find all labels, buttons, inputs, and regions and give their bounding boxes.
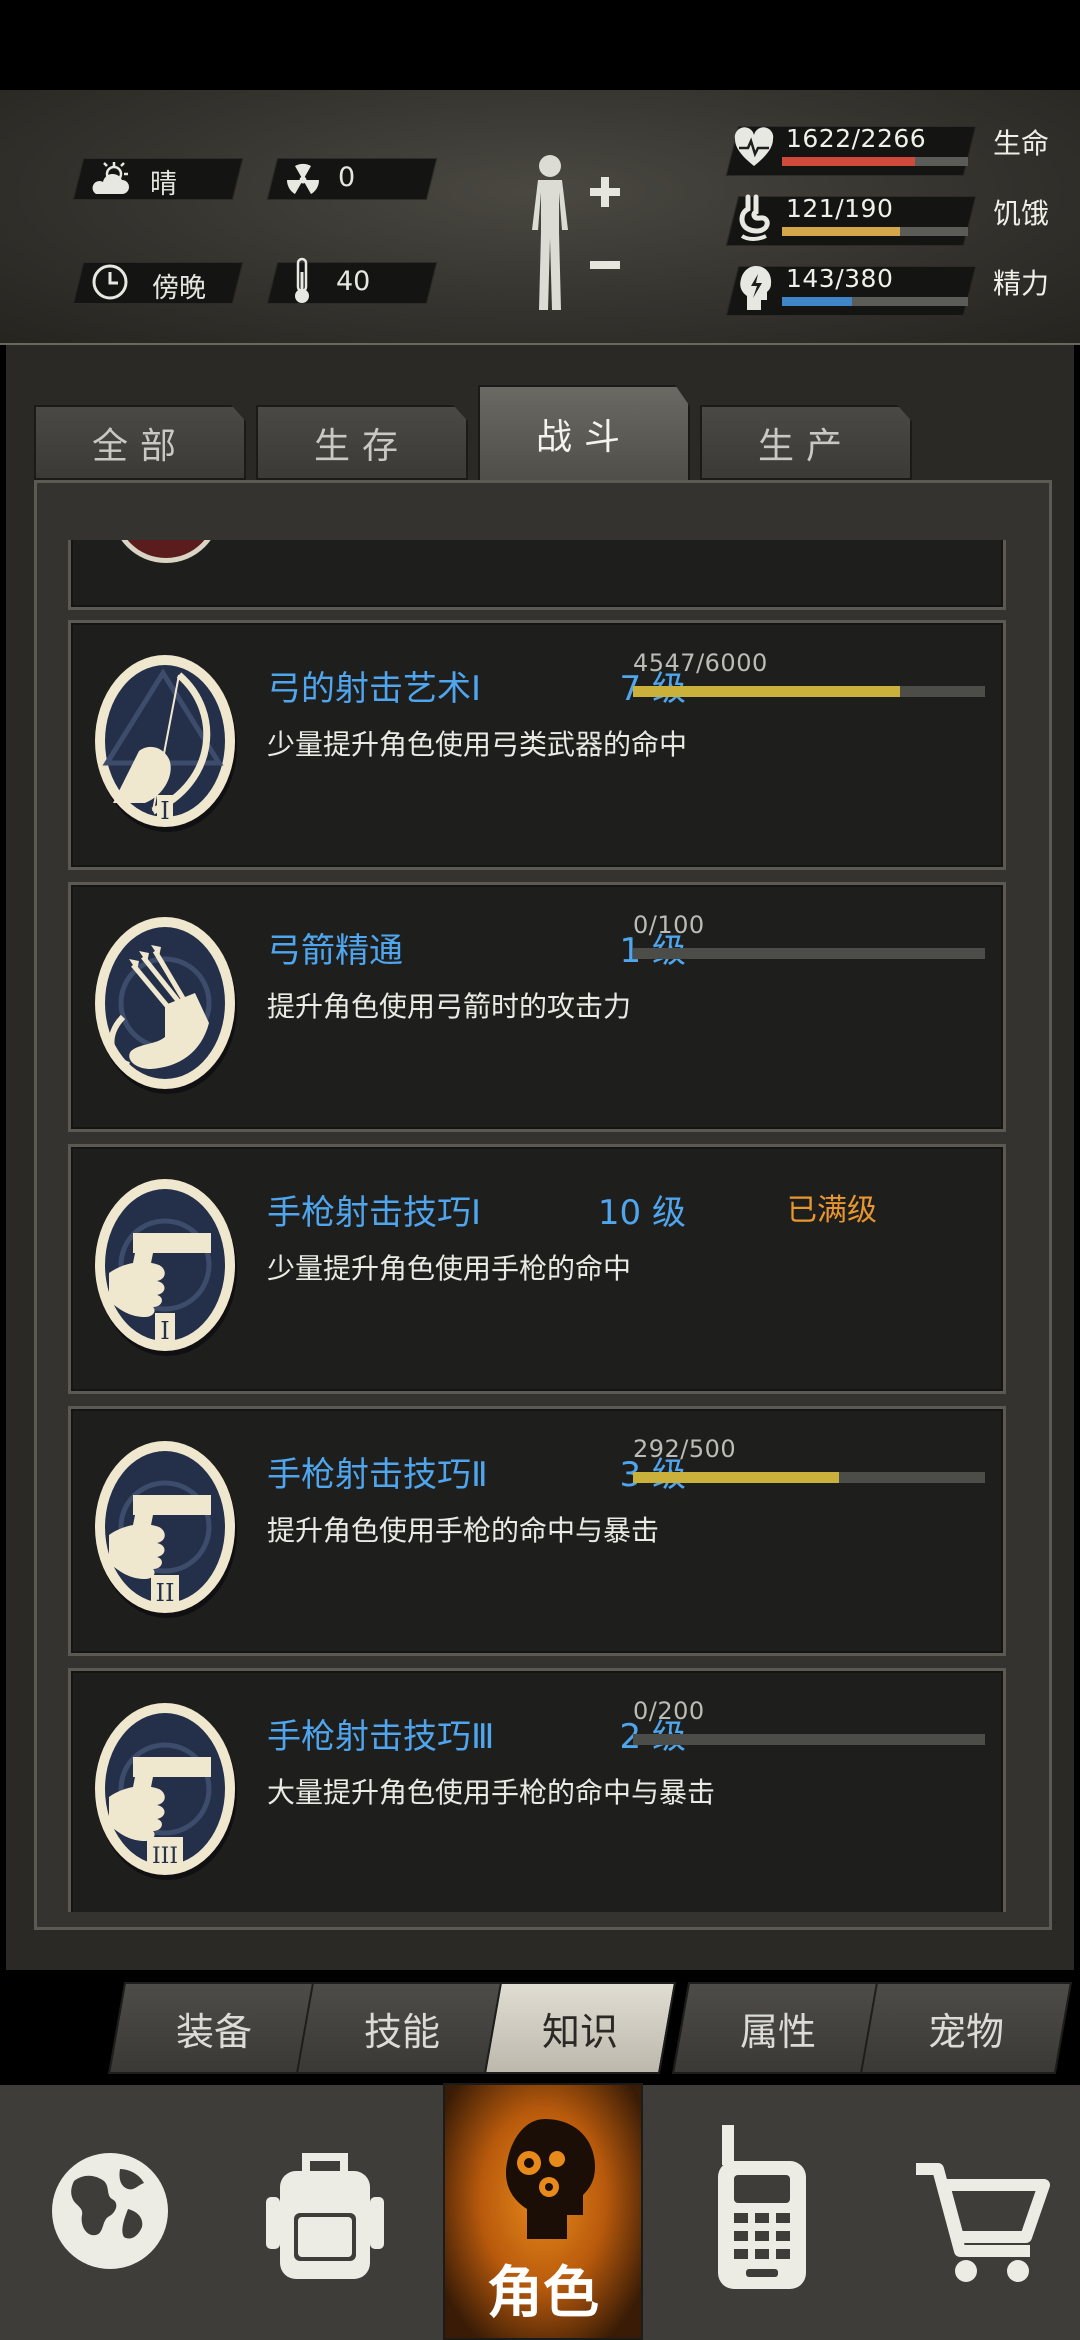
health-value: 1622/2266 xyxy=(786,124,927,153)
skill-list[interactable]: I 弓的射击艺术Ⅰ 7 级 4547/6000 少量提升角色使用弓类武器的命中 … xyxy=(68,540,1006,1912)
clock-icon xyxy=(92,264,128,300)
tab-combat[interactable]: 战斗 xyxy=(478,385,690,483)
svg-text:III: III xyxy=(152,1844,178,1869)
xp-text: 4547/6000 xyxy=(633,649,768,677)
energy-value: 143/380 xyxy=(786,264,894,293)
weather-text: 晴 xyxy=(150,169,177,200)
pistol-icon: III xyxy=(95,1703,237,1880)
skill-description: 提升角色使用弓箭时的攻击力 xyxy=(267,990,632,1023)
skill-description: 少量提升角色使用弓类武器的命中 xyxy=(267,728,688,761)
xp-bar xyxy=(633,948,985,959)
xp-text: 0/100 xyxy=(633,911,705,939)
skill-name: 手枪射击技巧Ⅰ xyxy=(267,1193,482,1233)
hunger-bar xyxy=(782,227,968,236)
energy-head-icon xyxy=(740,266,772,310)
health-label: 生命 xyxy=(993,127,1050,160)
energy-bar xyxy=(782,297,968,306)
subtab-skills[interactable]: 技能 xyxy=(304,1982,500,2074)
globe-icon[interactable] xyxy=(20,2085,200,2340)
xp-text: 0/200 xyxy=(633,1697,705,1725)
status-hud: 晴 0 傍晚 40 1622/2266 生命 121/190 饥饿 143/38… xyxy=(0,90,1080,345)
skill-card[interactable]: I 手枪射击技巧Ⅰ 10 级 已满级 少量提升角色使用手枪的命中 xyxy=(68,1144,1006,1394)
tab-production[interactable]: 生产 xyxy=(700,405,912,480)
skill-description: 大量提升角色使用手枪的命中与暴击 xyxy=(267,1776,716,1809)
subtab-pets[interactable]: 宠物 xyxy=(868,1982,1064,2074)
radiation-icon xyxy=(286,163,320,194)
skill-card[interactable]: II 手枪射击技巧Ⅱ 3 级 292/500 提升角色使用手枪的命中与暴击 xyxy=(68,1406,1006,1656)
temperature-value: 40 xyxy=(336,266,371,297)
time-text: 傍晚 xyxy=(152,273,206,304)
hunger-label: 饥饿 xyxy=(993,197,1050,230)
skill-card[interactable]: III 手枪射击技巧Ⅲ 2 级 0/200 大量提升角色使用手枪的命中与暴击 xyxy=(68,1668,1006,1912)
xp-text: 292/500 xyxy=(633,1435,737,1463)
skill-name: 弓的射击艺术Ⅰ xyxy=(267,669,482,709)
tab-all[interactable]: 全部 xyxy=(34,405,246,480)
quiver-icon xyxy=(95,917,237,1094)
skill-card-partial[interactable] xyxy=(68,540,1006,610)
skill-name: 手枪射击技巧Ⅲ xyxy=(267,1717,495,1757)
hunger-value: 121/190 xyxy=(786,194,894,223)
energy-label: 精力 xyxy=(993,267,1050,300)
tab-survival[interactable]: 生存 xyxy=(256,405,468,480)
skill-card[interactable]: I 弓的射击艺术Ⅰ 7 级 4547/6000 少量提升角色使用弓类武器的命中 xyxy=(68,620,1006,870)
health-bar xyxy=(782,157,968,166)
nav-character-label: 角色 xyxy=(487,2261,599,2326)
xp-bar xyxy=(633,1734,985,1745)
heart-icon xyxy=(734,127,774,166)
sub-tab-bar: 装备 技能 知识 属性 宠物 xyxy=(0,1970,1080,2085)
skill-description: 提升角色使用手枪的命中与暴击 xyxy=(267,1514,660,1547)
svg-text:II: II xyxy=(156,1579,175,1607)
skill-name: 弓箭精通 xyxy=(267,931,403,971)
pistol-icon: II xyxy=(95,1441,237,1618)
radiation-value: 0 xyxy=(338,162,356,193)
skill-description: 少量提升角色使用手枪的命中 xyxy=(267,1252,632,1285)
skill-name: 手枪射击技巧Ⅱ xyxy=(267,1455,488,1495)
subtab-knowledge[interactable]: 知识 xyxy=(492,1982,668,2074)
thermometer-icon xyxy=(295,257,309,303)
svg-text:I: I xyxy=(160,797,169,825)
stomach-icon xyxy=(739,194,770,241)
bow-icon: I xyxy=(95,655,237,832)
backpack-icon[interactable] xyxy=(250,2085,400,2340)
body-status-button[interactable] xyxy=(520,150,630,320)
skill-card[interactable]: 弓箭精通 1 级 0/100 提升角色使用弓箭时的攻击力 xyxy=(68,882,1006,1132)
subtab-equipment[interactable]: 装备 xyxy=(116,1982,312,2074)
xp-bar xyxy=(633,1472,985,1483)
sunny-cloud-icon xyxy=(92,162,129,194)
xp-bar xyxy=(633,686,985,697)
character-icon xyxy=(505,2119,595,2239)
cart-icon[interactable] xyxy=(900,2085,1060,2340)
pistol-icon: I xyxy=(95,1179,237,1356)
max-level-badge: 已满级 xyxy=(787,1193,877,1228)
radio-icon[interactable] xyxy=(700,2085,830,2340)
skill-level: 10 级 xyxy=(597,1193,686,1233)
subtab-attributes[interactable]: 属性 xyxy=(680,1982,876,2074)
svg-text:I: I xyxy=(160,1317,169,1345)
